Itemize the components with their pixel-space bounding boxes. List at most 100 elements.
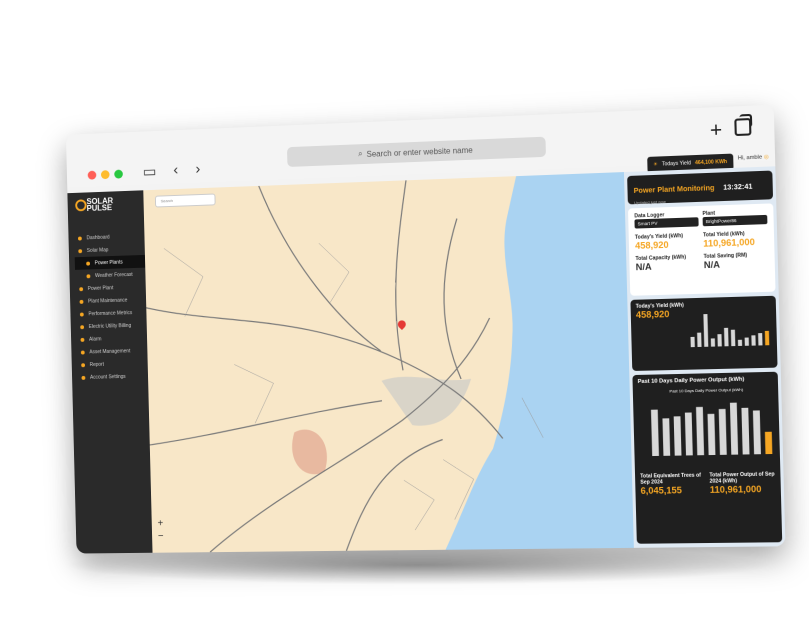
plant-icon [86,261,91,266]
chart-bar [758,333,763,346]
forward-icon[interactable]: › [195,161,200,178]
user-greeting-text: Hi, amble [737,154,763,162]
zoom-out-button[interactable]: − [155,531,167,543]
sidebar-item-label: Asset Management [89,347,131,355]
chart-bar [703,314,709,347]
total-saving-stat: Total Saving (RM) N/A [704,252,769,270]
user-icon: ◎ [763,154,769,161]
selector-row: Data Logger Smart PV Plant BrightPower86 [634,209,768,229]
alarm-icon [80,337,85,342]
chart-bar [729,402,739,455]
data-logger-group: Data Logger Smart PV [634,211,699,229]
metrics-icon [79,312,84,317]
weather-icon [86,273,91,278]
maximize-window-button[interactable] [114,169,123,179]
billing-icon [80,324,85,329]
monthly-summary-row: Total Equivalent Trees of Sep 2024 6,045,… [640,471,776,495]
zoom-in-button[interactable]: + [155,518,167,530]
chart-bar [752,410,761,455]
address-bar-placeholder: Search or enter website name [366,145,473,159]
map-search-input[interactable]: Search [154,193,216,208]
chart2-inner-title: Past 10 Days Daily Power Output (kWh) [669,387,743,394]
past-output-card: Past 10 Days Daily Power Output (kWh) Pa… [632,371,783,544]
sidebar-item-label: Solar Map [86,246,109,254]
sidebar-toggle-icon[interactable]: ▭ [143,162,157,180]
map-view[interactable]: Search + − [143,172,634,553]
chart-bar [731,329,736,347]
total-capacity-stat: Total Capacity (kWh) N/A [635,254,699,272]
report-icon [81,362,86,367]
chart-bar [765,330,770,346]
sea-area [435,172,634,550]
chart-bar [738,339,743,346]
urban-area [381,375,473,427]
today-yield-card: Today's Yield (kWh) 458,920 [630,295,778,371]
trees-stat: Total Equivalent Trees of Sep 2024 6,045,… [640,473,706,496]
sidebar-item-label: Account Settings [89,373,126,381]
today-yield-value: 458,920 [635,239,669,251]
topbar-yield-label: Todays Yield [661,160,691,168]
plant-summary-card: Data Logger Smart PV Plant BrightPower86… [627,203,776,296]
minimize-window-button[interactable] [100,170,110,180]
user-greeting[interactable]: Hi, amble ◎ [738,154,769,161]
trees-label: Total Equivalent Trees of Sep 2024 [640,472,702,486]
map-search-placeholder: Search [160,198,173,204]
data-logger-value: Smart PV [637,220,658,227]
settings-icon [81,375,86,380]
sidebar-item-label: Alarm [88,335,102,343]
today-yield-stat: Today's Yield (kWh) 458,920 [635,233,699,251]
browser-window: ▭ ‹ › ⌕ Search or enter website name + ☀… [65,104,786,554]
chart-bar [684,412,693,456]
today-yield-summary: Today's Yield (kWh) 458,920 [636,302,688,359]
new-tab-icon[interactable]: + [710,119,723,143]
chart-bar [696,406,705,456]
chart-bar [697,332,702,347]
chart-bar [662,418,671,456]
sidebar-item-label: Power Plants [94,259,123,266]
monitoring-header: Power Plant Monitoring 13:32:41 Updated … [627,170,774,205]
sidebar-item-label: Electric Utility Billing [88,322,132,330]
chart-bar [751,335,756,346]
sidebar-item-label: Performance Metrics [88,309,133,317]
landuse-area [291,429,328,475]
map-icon [78,248,83,253]
chart-bar [724,327,729,347]
topbar-yield-value: 464,100 KWh [694,158,728,167]
trees-value: 6,045,155 [640,485,683,496]
sidebar-menu: Dashboard Solar Map Power Plants Weather… [74,229,148,383]
chart-bar [741,407,750,455]
browser-window-stage: ▭ ‹ › ⌕ Search or enter website name + ☀… [65,104,786,554]
address-bar[interactable]: ⌕ Search or enter website name [286,136,546,167]
chart-bar [707,413,716,456]
monitoring-clock: 13:32:41 [723,183,753,192]
logo-sun-icon [75,199,87,212]
tabs-overview-icon[interactable] [734,118,752,137]
sun-icon: ☀ [653,161,658,168]
back-icon[interactable]: ‹ [173,161,178,178]
chart-bar [744,337,750,346]
capacity-row: Total Capacity (kWh) N/A Total Saving (RM… [635,252,768,272]
chart-bar [690,336,696,348]
power-icon [79,286,84,291]
today-yield-chart [690,314,770,348]
monitoring-title: Power Plant Monitoring [633,184,715,196]
road-network [143,177,505,553]
total-capacity-value: N/A [635,261,652,273]
search-icon: ⌕ [358,149,363,159]
chart-bar [711,338,716,347]
yield-row: Today's Yield (kWh) 458,920 Total Yield (… [635,230,768,251]
map-zoom-controls: + − [155,518,167,543]
app-area: SOLAR PULSE Dashboard Solar Map Power Pl… [67,166,786,554]
close-window-button[interactable] [87,170,97,180]
wrench-icon [79,299,84,304]
sidebar-item-label: Power Plant [87,284,114,292]
sidebar-item-label: Report [89,361,105,368]
plant-value: BrightPower86 [705,217,737,225]
sidebar-item-account-settings[interactable]: Account Settings [78,370,149,384]
chart-bar [673,416,682,456]
dashboard-icon [77,236,82,241]
sidebar: SOLAR PULSE Dashboard Solar Map Power Pl… [67,190,153,554]
past-output-chart: Past 10 Days Daily Power Output (kWh) [650,387,773,457]
monitoring-panel: Power Plant Monitoring 13:32:41 Updated … [623,166,786,548]
plant-group: Plant BrightPower86 [702,209,768,227]
